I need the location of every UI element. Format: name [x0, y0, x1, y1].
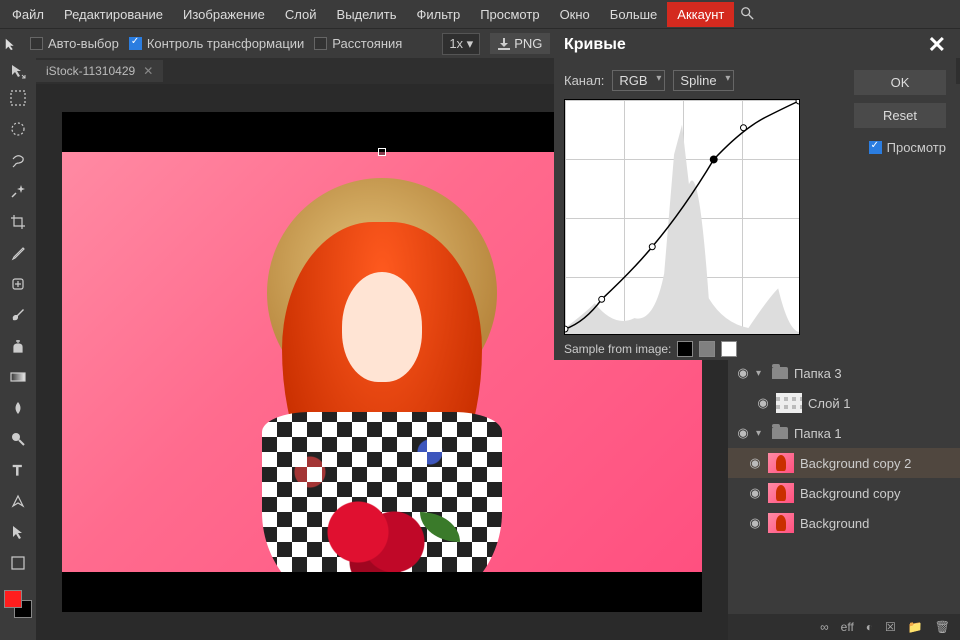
mask-icon[interactable]: ◐ [866, 620, 873, 634]
export-png-button[interactable]: PNG [490, 33, 550, 54]
collapse-icon[interactable]: ▾ [756, 428, 766, 439]
spline-select[interactable]: Spline [673, 70, 734, 91]
channel-select[interactable]: RGB [612, 70, 665, 91]
channel-label: Канал: [564, 73, 604, 88]
curves-titlebar[interactable]: Кривые ✕ [554, 30, 956, 60]
delete-layer-icon[interactable]: 🗑 [935, 620, 950, 634]
folder-icon [772, 427, 788, 439]
crop-tool[interactable] [6, 210, 30, 234]
toolbar: T [0, 84, 36, 640]
layer-label: Background copy 2 [800, 456, 911, 471]
distances-checkbox[interactable]: Расстояния [314, 36, 402, 51]
curves-graph[interactable] [564, 99, 800, 335]
layer-label: Папка 1 [794, 426, 842, 441]
auto-select-checkbox[interactable]: Авто-выбор [30, 36, 119, 51]
sample-black[interactable] [677, 341, 693, 357]
clone-tool[interactable] [6, 334, 30, 358]
export-scale-select[interactable]: 1x ▾ [442, 33, 480, 55]
move-cursor-icon [2, 37, 20, 51]
brush-tool[interactable] [6, 303, 30, 327]
layer-bg[interactable]: ◉ Background [728, 508, 960, 538]
curves-title: Кривые [564, 36, 626, 54]
visibility-icon[interactable]: ◉ [748, 515, 762, 531]
effects-icon[interactable]: eff [841, 620, 854, 634]
marquee-rect-tool[interactable] [6, 86, 30, 110]
new-folder-icon[interactable]: 📁 [908, 620, 923, 634]
document-tab-label: iStock-11310429 [46, 64, 135, 78]
menu-account[interactable]: Аккаунт [667, 2, 734, 27]
text-tool[interactable]: T [6, 458, 30, 482]
layer-bgcopy[interactable]: ◉ Background copy [728, 478, 960, 508]
lasso-tool[interactable] [6, 148, 30, 172]
layer-thumb [768, 513, 794, 533]
gradient-tool[interactable] [6, 365, 30, 389]
sample-gray[interactable] [699, 341, 715, 357]
pen-tool[interactable] [6, 489, 30, 513]
shape-tool[interactable] [6, 551, 30, 575]
alt-move-tool[interactable] [0, 58, 36, 84]
sample-label: Sample from image: [564, 342, 671, 356]
folder-icon [772, 367, 788, 379]
layer-folder-1[interactable]: ◉ ▾ Папка 1 [728, 418, 960, 448]
curves-dialog[interactable]: Кривые ✕ Канал: RGB Spline [554, 30, 956, 360]
search-icon[interactable] [740, 6, 754, 23]
menu-image[interactable]: Изображение [173, 2, 275, 27]
layer-bgcopy2[interactable]: ◉ Background copy 2 [728, 448, 960, 478]
eyedropper-tool[interactable] [6, 241, 30, 265]
menu-filter[interactable]: Фильтр [407, 2, 471, 27]
visibility-icon[interactable]: ◉ [736, 365, 750, 381]
layer-layer1[interactable]: ◉ Слой 1 [728, 388, 960, 418]
menu-bar: Файл Редактирование Изображение Слой Выд… [0, 0, 960, 28]
menu-view[interactable]: Просмотр [470, 2, 549, 27]
ok-button[interactable]: OK [854, 70, 946, 95]
marquee-ellipse-tool[interactable] [6, 117, 30, 141]
menu-select[interactable]: Выделить [327, 2, 407, 27]
layer-thumb [768, 483, 794, 503]
visibility-icon[interactable]: ◉ [736, 425, 750, 441]
sample-white[interactable] [721, 341, 737, 357]
layers-footer: ∞ eff ◐ ☒ 📁 🗑 [728, 614, 960, 640]
blur-tool[interactable] [6, 396, 30, 420]
adjustment-icon[interactable]: ☒ [885, 620, 896, 634]
healing-tool[interactable] [6, 272, 30, 296]
color-swatches[interactable] [4, 590, 32, 618]
visibility-icon[interactable]: ◉ [748, 485, 762, 501]
close-tab-icon[interactable]: ✕ [143, 64, 153, 78]
visibility-icon[interactable]: ◉ [748, 455, 762, 471]
letterbox-bottom [62, 572, 702, 612]
menu-more[interactable]: Больше [600, 2, 668, 27]
layer-thumb [768, 453, 794, 473]
layer-label: Background [800, 516, 869, 531]
svg-text:T: T [13, 462, 22, 478]
layers-panel: ◉ ▾ Папка 3 ◉ Слой 1 ◉ ▾ Папка 1 ◉ Backg… [728, 358, 960, 640]
transform-controls-checkbox[interactable]: Контроль трансформации [129, 36, 304, 51]
layer-thumb [776, 393, 802, 413]
layer-label: Слой 1 [808, 396, 850, 411]
document-tab[interactable]: iStock-11310429 ✕ [36, 60, 163, 82]
path-select-tool[interactable] [6, 520, 30, 544]
visibility-icon[interactable]: ◉ [756, 395, 770, 411]
collapse-icon[interactable]: ▾ [756, 368, 766, 379]
fg-swatch[interactable] [4, 590, 22, 608]
menu-edit[interactable]: Редактирование [54, 2, 173, 27]
dodge-tool[interactable] [6, 427, 30, 451]
layer-label: Папка 3 [794, 366, 842, 381]
layer-label: Background copy [800, 486, 900, 501]
preview-checkbox[interactable]: Просмотр [854, 140, 946, 155]
reset-button[interactable]: Reset [854, 103, 946, 128]
transform-handle-top[interactable] [378, 148, 386, 156]
menu-file[interactable]: Файл [2, 2, 54, 27]
wand-tool[interactable] [6, 179, 30, 203]
close-icon[interactable]: ✕ [928, 32, 946, 58]
link-layers-icon[interactable]: ∞ [820, 620, 829, 634]
menu-layer[interactable]: Слой [275, 2, 327, 27]
menu-window[interactable]: Окно [550, 2, 600, 27]
